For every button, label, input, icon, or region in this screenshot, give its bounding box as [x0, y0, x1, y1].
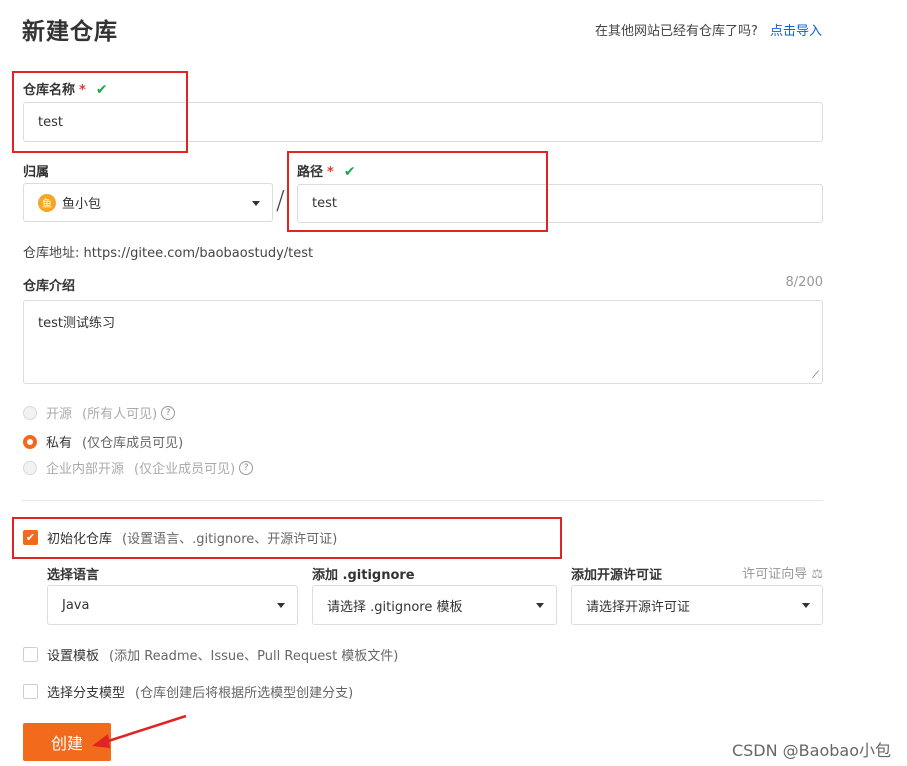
language-select[interactable]: Java	[47, 585, 298, 625]
license-guide-text: 许可证向导	[742, 567, 808, 582]
visibility-enterprise-label: 企业内部开源	[46, 462, 125, 477]
gitignore-select[interactable]: 请选择 .gitignore 模板	[312, 585, 557, 625]
divider	[22, 500, 823, 501]
visibility-private-label: 私有	[46, 436, 73, 451]
branch-model-label: 选择分支模型	[47, 686, 126, 701]
owner-label: 归属	[23, 165, 50, 180]
chevron-down-icon	[277, 603, 285, 608]
language-value: Java	[62, 597, 90, 613]
template-checkbox[interactable]	[23, 647, 38, 662]
repo-url: 仓库地址: https://gitee.com/baobaostudy/test	[23, 242, 313, 261]
avatar: 鱼	[38, 193, 56, 212]
chevron-down-icon	[536, 603, 544, 608]
visibility-enterprise[interactable]: 企业内部开源 (仅企业成员可见) ?	[23, 458, 254, 477]
visibility-open-label: 开源	[46, 407, 73, 422]
import-hint-text: 在其他网站已经有仓库了吗?	[594, 24, 758, 39]
branch-model-checkbox[interactable]	[23, 684, 38, 699]
scale-icon: ⚖	[811, 567, 823, 582]
description-label: 仓库介绍	[23, 279, 76, 294]
visibility-open-note: (所有人可见)	[82, 407, 158, 422]
radio-open[interactable]	[23, 405, 37, 420]
gitignore-value: 请选择 .gitignore 模板	[327, 599, 463, 615]
import-hint: 在其他网站已经有仓库了吗? 点击导入	[595, 20, 822, 39]
chevron-down-icon	[252, 200, 260, 206]
annotation-box-path	[287, 151, 548, 232]
import-link[interactable]: 点击导入	[770, 24, 822, 39]
owner-select[interactable]: 鱼 鱼小包	[23, 183, 273, 222]
description-textarea[interactable]: test测试练习 ⟋	[23, 300, 823, 384]
visibility-private-note: (仅仓库成员可见)	[82, 436, 184, 451]
template-label: 设置模板	[47, 649, 100, 664]
branch-model-note: (仓库创建后将根据所选模型创建分支)	[135, 686, 354, 701]
resize-handle-icon[interactable]: ⟋	[812, 370, 819, 381]
gitignore-label: 添加 .gitignore	[312, 568, 415, 583]
help-icon[interactable]: ?	[161, 405, 176, 420]
visibility-enterprise-note: (仅企业成员可见)	[134, 462, 236, 477]
chevron-down-icon	[802, 603, 810, 608]
annotation-box-repo-name	[12, 71, 188, 153]
annotation-arrow-icon	[92, 714, 187, 748]
radio-enterprise[interactable]	[23, 460, 37, 475]
radio-private[interactable]	[23, 434, 37, 449]
license-label: 添加开源许可证	[571, 568, 663, 583]
path-separator: /	[276, 186, 285, 216]
visibility-private[interactable]: 私有 (仅仓库成员可见)	[23, 432, 183, 451]
owner-value: 鱼小包	[62, 197, 102, 212]
language-label: 选择语言	[47, 568, 100, 583]
license-guide-link[interactable]: 许可证向导 ⚖	[742, 563, 823, 582]
repo-url-label: 仓库地址:	[23, 246, 80, 261]
description-counter: 8/200	[785, 275, 823, 290]
description-value: test测试练习	[38, 316, 115, 331]
watermark: CSDN @Baobao小包	[731, 741, 891, 760]
license-value: 请选择开源许可证	[586, 599, 691, 615]
template-note: (添加 Readme、Issue、Pull Request 模板文件)	[109, 649, 399, 664]
repo-url-value: https://gitee.com/baobaostudy/test	[83, 246, 314, 261]
help-icon[interactable]: ?	[239, 460, 254, 475]
page-title: 新建仓库	[22, 19, 118, 45]
license-select[interactable]: 请选择开源许可证	[571, 585, 823, 625]
template-checkbox-row[interactable]: 设置模板 (添加 Readme、Issue、Pull Request 模板文件)	[23, 645, 398, 664]
branch-model-checkbox-row[interactable]: 选择分支模型 (仓库创建后将根据所选模型创建分支)	[23, 682, 353, 701]
visibility-open[interactable]: 开源 (所有人可见) ?	[23, 403, 176, 422]
annotation-box-init-repo	[12, 517, 562, 559]
